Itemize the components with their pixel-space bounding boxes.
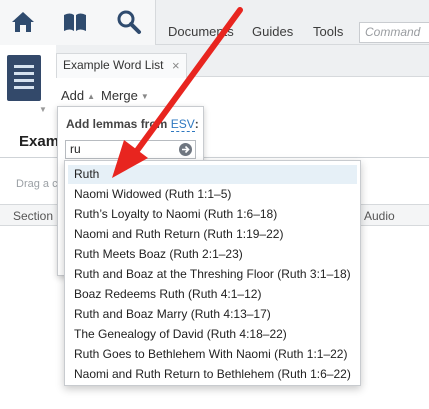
library-icon[interactable]	[61, 8, 89, 36]
lemma-search-input[interactable]: ru	[65, 140, 196, 159]
panel-menu-caret-icon[interactable]: ▼	[39, 105, 47, 114]
search-icon[interactable]	[115, 8, 143, 36]
suggestion-item[interactable]: Ruth Meets Boaz (Ruth 2:1–23)	[68, 245, 357, 264]
add-button[interactable]: Add ▲	[61, 88, 95, 103]
list-line	[14, 65, 34, 68]
chevron-down-icon: ▼	[140, 92, 149, 102]
close-icon[interactable]: ×	[172, 58, 180, 73]
suggestion-item[interactable]: Naomi and Ruth Return (Ruth 1:19–22)	[68, 225, 357, 244]
add-label: Add	[61, 88, 85, 103]
list-line	[14, 79, 34, 82]
column-header-audio[interactable]: Audio	[364, 209, 395, 223]
menu-documents[interactable]: Documents	[168, 0, 234, 45]
suggestion-dropdown: Ruth Naomi Widowed (Ruth 1:1–5) Ruth’s L…	[64, 160, 361, 386]
tab-word-list[interactable]: Example Word List	[56, 53, 187, 78]
menu-tools[interactable]: Tools	[313, 0, 343, 45]
list-line	[14, 72, 34, 75]
suggestion-item[interactable]: Ruth and Boaz Marry (Ruth 4:13–17)	[68, 305, 357, 324]
popup-label-prefix: Add lemmas from	[66, 117, 168, 131]
menu-guides[interactable]: Guides	[252, 0, 293, 45]
column-header-section[interactable]: Section	[13, 209, 53, 223]
suggestion-item[interactable]: Ruth and Boaz at the Threshing Floor (Ru…	[68, 265, 357, 284]
chevron-up-icon: ▲	[87, 92, 96, 102]
top-navigation-bar: Documents Guides Tools Command	[0, 0, 429, 45]
tab-label: Example Word List	[63, 58, 164, 72]
suggestion-item[interactable]: Ruth’s Loyalty to Naomi (Ruth 1:6–18)	[68, 205, 357, 224]
home-icon[interactable]	[9, 8, 37, 36]
list-line	[14, 86, 34, 89]
go-arrow-icon[interactable]	[179, 143, 192, 156]
source-link[interactable]: ESV	[170, 117, 195, 132]
panel-menu-button[interactable]	[7, 55, 41, 101]
popup-label: Add lemmas from ESV:	[66, 117, 199, 132]
suggestion-item[interactable]: The Genealogy of David (Ruth 4:18–22)	[68, 325, 357, 344]
command-box[interactable]: Command	[359, 22, 429, 43]
suggestion-item[interactable]: Naomi Widowed (Ruth 1:1–5)	[68, 185, 357, 204]
suggestion-item[interactable]: Ruth	[68, 165, 357, 184]
merge-label: Merge	[101, 88, 138, 103]
suggestion-item[interactable]: Naomi and Ruth Return to Bethlehem (Ruth…	[68, 365, 357, 384]
tab-strip: Example Word List	[56, 45, 429, 78]
merge-button[interactable]: Merge ▼	[101, 88, 149, 103]
suggestion-item[interactable]: Boaz Redeems Ruth (Ruth 4:1–12)	[68, 285, 357, 304]
top-icon-group	[0, 0, 156, 45]
suggestion-item[interactable]: Ruth Goes to Bethlehem With Naomi (Ruth …	[68, 345, 357, 364]
popup-label-suffix: :	[194, 117, 199, 131]
